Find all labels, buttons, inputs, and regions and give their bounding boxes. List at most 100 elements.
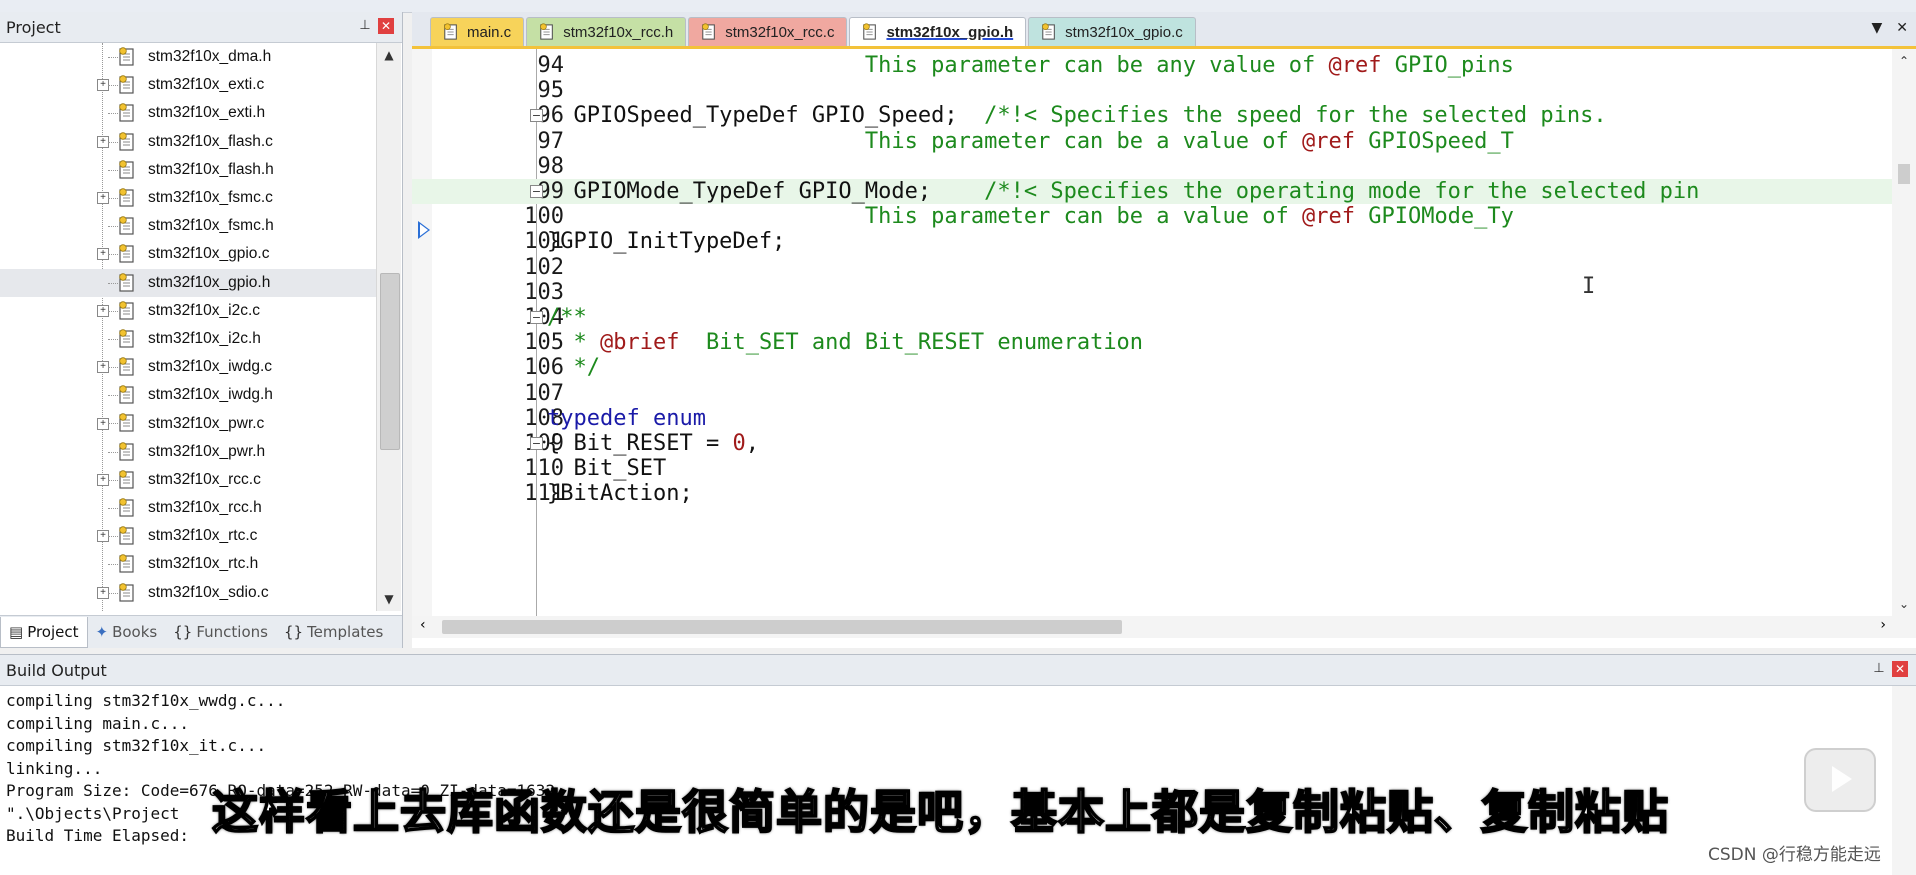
- fold-collapse-icon[interactable]: −: [530, 437, 543, 451]
- editor-vertical-scrollbar[interactable]: ⌃ ⌄: [1892, 49, 1916, 616]
- file-icon: [444, 23, 457, 40]
- code-line[interactable]: 94 This parameter can be any value of @r…: [412, 53, 1892, 78]
- code-line[interactable]: 100 This parameter can be a value of @re…: [412, 204, 1892, 229]
- code-token: @brief: [599, 330, 680, 356]
- tree-item[interactable]: + stm32f10x_pwr.c: [0, 409, 376, 437]
- editor-scroll-up-icon[interactable]: ⌃: [1892, 49, 1916, 73]
- tree-item-label: stm32f10x_i2c.c: [148, 301, 260, 319]
- file-icon: [863, 23, 877, 40]
- pin-icon[interactable]: ⊥: [358, 18, 372, 34]
- tab-list-dropdown-icon[interactable]: ▼: [1871, 20, 1882, 36]
- editor-scroll-thumb[interactable]: [1898, 164, 1910, 184]
- editor-tab[interactable]: stm32f10x_gpio.c: [1028, 17, 1196, 46]
- code-line[interactable]: 96− GPIOSpeed_TypeDef GPIO_Speed; /*!< S…: [412, 103, 1892, 128]
- code-text: }BitAction;: [547, 481, 693, 506]
- project-tab-label: Functions: [196, 623, 268, 641]
- tree-item[interactable]: stm32f10x_exti.h: [0, 99, 376, 127]
- project-tree-scroll-thumb[interactable]: [380, 273, 400, 450]
- code-token: */: [547, 355, 600, 381]
- project-tab-books[interactable]: ✦ Books: [88, 617, 166, 647]
- code-token: This parameter can be a value of: [864, 128, 1302, 154]
- fold-collapse-icon[interactable]: −: [530, 185, 543, 199]
- file-icon: [119, 188, 134, 207]
- code-text: This parameter can be any value of @ref …: [547, 53, 1514, 78]
- code-line[interactable]: 109−{ Bit_RESET = 0,: [412, 431, 1892, 456]
- project-tree-scrollbar[interactable]: ▲ ▼: [376, 43, 401, 611]
- editor-tabs: main.c stm32f10x_rcc.h stm32f10x_rcc.c stm3…: [412, 12, 1916, 49]
- file-icon: [119, 413, 134, 433]
- tree-item[interactable]: + stm32f10x_exti.c: [0, 71, 376, 99]
- project-tab-project[interactable]: ▤ Project: [0, 616, 88, 648]
- editor-scroll-down-icon[interactable]: ⌄: [1892, 592, 1916, 616]
- editor-hscroll-thumb[interactable]: [442, 620, 1122, 634]
- video-subtitle: 这样看上去库函数还是很简单的是吧，基本上都是复制粘贴、复制粘贴: [211, 784, 1669, 840]
- code-line[interactable]: 95: [412, 78, 1892, 103]
- file-icon: [119, 329, 134, 348]
- tree-item[interactable]: stm32f10x_rcc.h: [0, 494, 376, 522]
- tree-connector: [108, 423, 118, 425]
- code-line[interactable]: 111}BitAction;: [412, 481, 1892, 506]
- tree-item[interactable]: stm32f10x_rtc.h: [0, 550, 376, 578]
- code-line[interactable]: 104−/**: [412, 305, 1892, 330]
- editor-tab[interactable]: main.c: [430, 17, 525, 46]
- code-line[interactable]: 106 */: [412, 355, 1892, 380]
- code-token: ,: [745, 431, 759, 457]
- code-text: GPIOSpeed_TypeDef GPIO_Speed; /*!< Speci…: [547, 103, 1606, 128]
- editor-tab[interactable]: stm32f10x_gpio.h: [849, 17, 1027, 46]
- scroll-up-arrow-icon[interactable]: ▲: [377, 43, 401, 67]
- tree-item[interactable]: stm32f10x_dma.h: [0, 43, 376, 71]
- fold-collapse-icon[interactable]: −: [530, 311, 543, 325]
- project-tab-templates[interactable]: {} Templates: [276, 617, 391, 647]
- tree-item[interactable]: stm32f10x_pwr.h: [0, 438, 376, 466]
- code-line[interactable]: 107: [412, 381, 1892, 406]
- code-line[interactable]: 101}GPIO_InitTypeDef;: [412, 229, 1892, 254]
- tree-item[interactable]: + stm32f10x_iwdg.c: [0, 353, 376, 381]
- code-token: }GPIO_InitTypeDef;: [547, 229, 786, 255]
- tree-item[interactable]: stm32f10x_flash.h: [0, 156, 376, 184]
- code-token: @ref: [1328, 53, 1382, 79]
- tree-item[interactable]: + stm32f10x_rcc.c: [0, 466, 376, 494]
- tree-item[interactable]: + stm32f10x_rtc.c: [0, 522, 376, 550]
- file-icon: [119, 47, 134, 66]
- scroll-left-icon[interactable]: ‹: [420, 617, 426, 633]
- code-editor: main.c stm32f10x_rcc.h stm32f10x_rcc.c stm3…: [412, 12, 1916, 648]
- tree-item[interactable]: stm32f10x_fsmc.h: [0, 212, 376, 240]
- code-line[interactable]: 99− GPIOMode_TypeDef GPIO_Mode; /*!< Spe…: [412, 179, 1892, 205]
- video-play-icon[interactable]: [1804, 748, 1876, 812]
- scroll-right-icon[interactable]: ›: [1880, 617, 1886, 633]
- line-number: 95: [537, 78, 565, 104]
- editor-tab[interactable]: stm32f10x_rcc.c: [688, 17, 848, 46]
- tree-item[interactable]: + stm32f10x_i2c.c: [0, 297, 376, 325]
- close-project-panel-button[interactable]: ✕: [378, 18, 394, 34]
- code-token: @ref: [1301, 128, 1355, 154]
- tree-item[interactable]: + stm32f10x_gpio.c: [0, 240, 376, 268]
- code-line[interactable]: 110 Bit_SET: [412, 456, 1892, 481]
- editor-horizontal-scrollbar[interactable]: ‹ ›: [412, 616, 1916, 638]
- tree-connector: [108, 395, 118, 397]
- code-line[interactable]: 105 * @brief Bit_SET and Bit_RESET enume…: [412, 330, 1892, 355]
- tree-item[interactable]: + stm32f10x_fsmc.c: [0, 184, 376, 212]
- code-line[interactable]: 103: [412, 280, 1892, 305]
- build-output-scrollbar[interactable]: [1892, 686, 1916, 875]
- tree-connector: [108, 592, 118, 594]
- editor-tab[interactable]: stm32f10x_rcc.h: [526, 17, 687, 46]
- tree-item[interactable]: + stm32f10x_sdio.c: [0, 579, 376, 607]
- tree-item[interactable]: + stm32f10x_flash.c: [0, 128, 376, 156]
- tree-item[interactable]: stm32f10x_i2c.h: [0, 325, 376, 353]
- project-icon: ▤: [9, 622, 24, 641]
- fold-collapse-icon[interactable]: −: [530, 109, 543, 123]
- project-tab-functions[interactable]: {} Functions: [165, 617, 276, 647]
- code-line[interactable]: 98: [412, 154, 1892, 179]
- code-view[interactable]: 94 This parameter can be any value of @r…: [412, 49, 1892, 616]
- code-line[interactable]: 102: [412, 255, 1892, 280]
- project-panel: Project ⊥ ✕ stm32f10x_dma.h + stm32f10x_ex…: [0, 12, 403, 648]
- close-build-output-button[interactable]: ✕: [1892, 661, 1908, 677]
- pin-icon[interactable]: ⊥: [1872, 661, 1886, 677]
- code-line[interactable]: 97 This parameter can be a value of @ref…: [412, 129, 1892, 154]
- tree-item[interactable]: stm32f10x_gpio.h: [0, 268, 376, 297]
- close-editor-tab-icon[interactable]: ✕: [1896, 20, 1908, 36]
- scroll-down-arrow-icon[interactable]: ▼: [377, 587, 401, 611]
- file-icon: [119, 470, 134, 489]
- tree-item[interactable]: stm32f10x_iwdg.h: [0, 381, 376, 409]
- code-line[interactable]: 108 typedef enum: [412, 406, 1892, 431]
